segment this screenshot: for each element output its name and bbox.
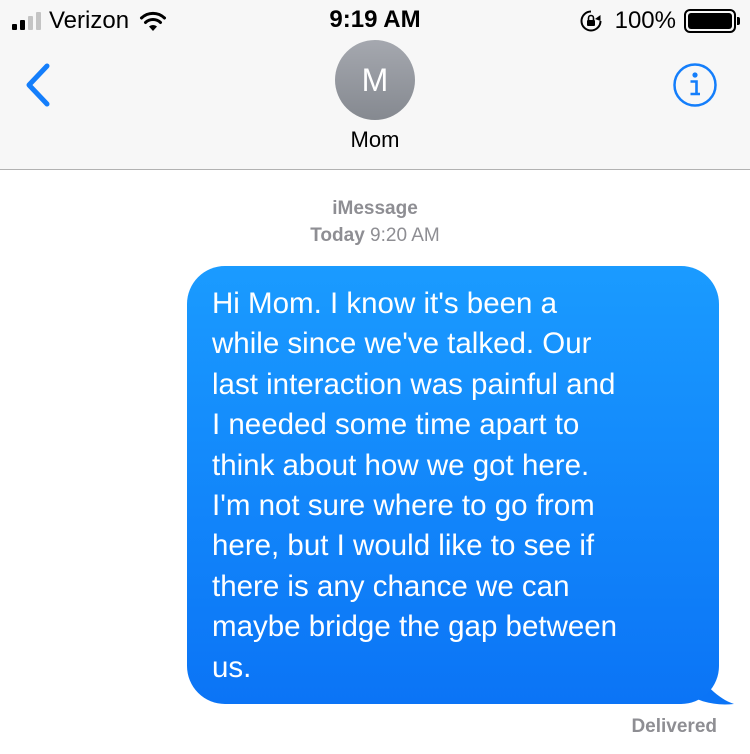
message-text: Hi Mom. I know it's been a while since w… — [212, 287, 618, 684]
delivery-status: Delivered — [631, 716, 717, 737]
rotation-lock-icon — [580, 10, 602, 32]
message-timestamp: Today 9:20 AM — [0, 225, 750, 247]
avatar[interactable]: M — [335, 40, 415, 120]
info-icon — [673, 63, 717, 107]
message-bubble[interactable]: Hi Mom. I know it's been a while since w… — [187, 266, 719, 704]
sent-message[interactable]: Hi Mom. I know it's been a while since w… — [187, 266, 735, 710]
status-bar: Verizon 9:19 AM 100% — [0, 0, 750, 40]
battery-percent: 100% — [614, 7, 676, 34]
conversation-header: M Mom — [0, 40, 750, 170]
back-button[interactable] — [18, 60, 58, 110]
battery-icon — [684, 9, 740, 33]
status-bar-right: 100% — [579, 7, 740, 35]
service-label: iMessage — [332, 198, 418, 219]
timestamp-time: 9:20 AM — [370, 225, 440, 246]
contact-name[interactable]: Mom — [0, 127, 750, 153]
info-button[interactable] — [672, 62, 718, 108]
avatar-initial: M — [361, 61, 389, 98]
chevron-left-icon — [26, 63, 50, 107]
timestamp-day: Today — [310, 225, 365, 246]
